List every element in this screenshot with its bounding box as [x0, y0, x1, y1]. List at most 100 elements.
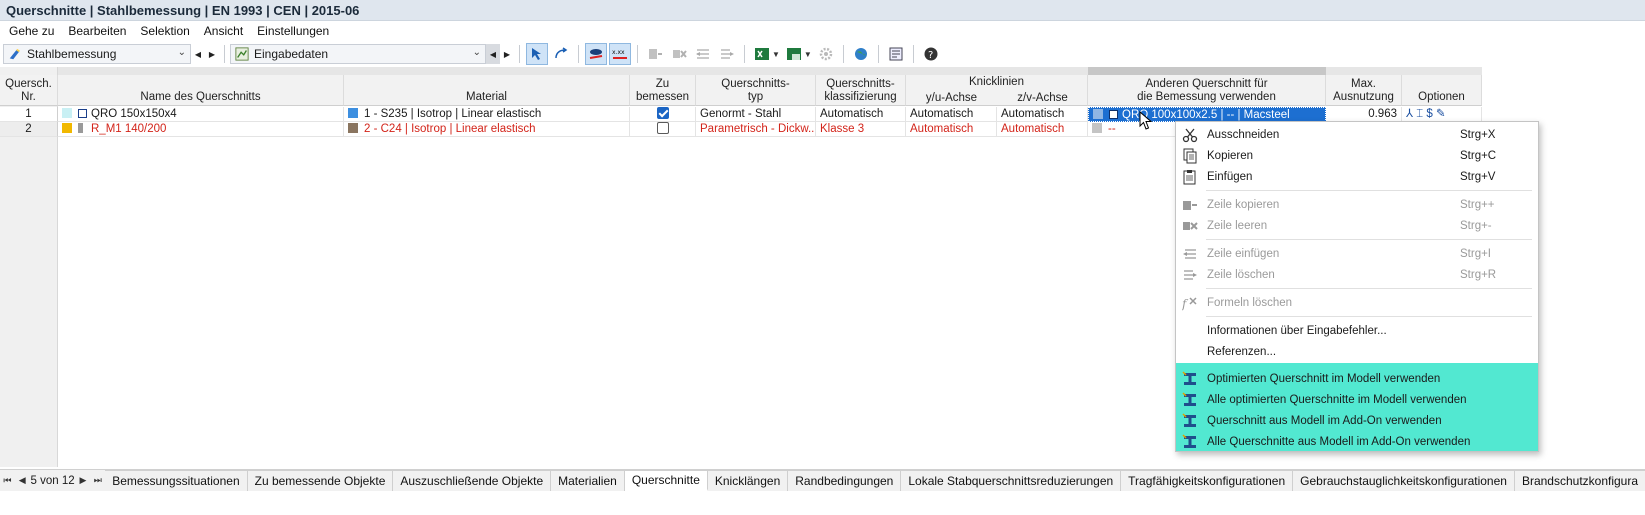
col-max-ratio-header[interactable]: Max. Ausnutzung: [1326, 75, 1402, 106]
classification-cell[interactable]: Klasse 3: [816, 122, 906, 137]
select-in-model-button[interactable]: [526, 43, 548, 65]
help-button[interactable]: ?: [920, 43, 942, 65]
clear-row-button[interactable]: [668, 43, 690, 65]
menu-item-delete-row[interactable]: Zeile löschen Strg+R: [1176, 264, 1538, 285]
section-name-cell[interactable]: R_M1 140/200: [58, 122, 344, 137]
rectangle-section-icon: [78, 123, 83, 133]
menu-item-use-optimized-section[interactable]: Optimierten Querschnitt im Modell verwen…: [1176, 368, 1538, 389]
copy-row-button[interactable]: [644, 43, 666, 65]
design-checkbox[interactable]: [656, 107, 669, 119]
max-ratio-cell[interactable]: 0.963: [1326, 107, 1402, 122]
module-select[interactable]: Stahlbemessung ⌄: [3, 44, 191, 64]
menu-view[interactable]: Ansicht: [197, 22, 250, 42]
design-cell[interactable]: [630, 107, 696, 122]
buckling-y-cell[interactable]: Automatisch: [906, 122, 997, 137]
menu-item-clear-row[interactable]: Zeile leeren Strg+-: [1176, 215, 1538, 236]
tab-objects-to-design[interactable]: Zu bemessende Objekte: [247, 470, 394, 491]
col-material-header[interactable]: Material: [344, 75, 630, 106]
buckling-y-cell[interactable]: Automatisch: [906, 107, 997, 122]
prev-tab-button[interactable]: ◀: [15, 470, 30, 491]
menu-item-copy[interactable]: Kopieren Strg+C: [1176, 145, 1538, 166]
row-number[interactable]: 1: [0, 107, 58, 122]
jump-to-button[interactable]: [550, 43, 572, 65]
first-tab-button[interactable]: ⏮: [0, 470, 15, 491]
next-tab-button[interactable]: ▶: [76, 470, 91, 491]
row-number[interactable]: 2: [0, 122, 58, 137]
menu-edit[interactable]: Bearbeiten: [61, 22, 133, 42]
report-button[interactable]: [885, 43, 907, 65]
dropdown-arrow-icon[interactable]: ▼: [804, 50, 812, 59]
material-cell[interactable]: 1 - S235 | Isotrop | Linear elastisch: [344, 107, 630, 122]
tab-design-situations[interactable]: Bemessungssituationen: [105, 470, 248, 491]
steel-design-icon: [9, 48, 20, 60]
menu-goto[interactable]: Gehe zu: [2, 22, 61, 42]
xxx-icon: x.xx: [612, 49, 627, 59]
col-buckling-y-header[interactable]: y/u-Achse: [906, 90, 997, 106]
menu-item-use-all-model-sections[interactable]: Alle Querschnitte aus Modell im Add-On v…: [1176, 431, 1538, 452]
toolbar-separator: [912, 45, 914, 63]
menu-item-delete-formulas[interactable]: f Formeln löschen: [1176, 292, 1538, 313]
col-other-section-header[interactable]: Anderen Querschnitt für die Bemessung ve…: [1088, 75, 1326, 106]
table-next-button[interactable]: ▶: [500, 44, 514, 64]
col-type-header[interactable]: Querschnitts- typ: [696, 75, 816, 106]
tab-uls-configurations[interactable]: Tragfähigkeitskonfigurationen: [1121, 470, 1294, 491]
tab-section-reductions[interactable]: Lokale Stabquerschnittsreduzierungen: [901, 470, 1122, 491]
tab-boundary-conditions[interactable]: Randbedingungen: [788, 470, 902, 491]
table-settings-button[interactable]: [815, 43, 837, 65]
col-name-header[interactable]: Name des Querschnitts: [58, 75, 344, 106]
material-name: 1 - S235 | Isotrop | Linear elastisch: [364, 108, 542, 120]
classification-cell[interactable]: Automatisch: [816, 107, 906, 122]
menu-item-use-model-section[interactable]: Querschnitt aus Modell im Add-On verwend…: [1176, 410, 1538, 431]
module-next-button[interactable]: ▶: [205, 44, 219, 64]
menu-item-insert-row[interactable]: Zeile einfügen Strg+I: [1176, 243, 1538, 264]
table-tab-bar: ⏮ ◀ 5 von 12 ▶ ⏭ Bemessungssituationen Z…: [0, 469, 1645, 491]
table-prev-button[interactable]: ◀: [486, 44, 500, 64]
design-checkbox[interactable]: [656, 122, 669, 134]
section-type-cell[interactable]: Genormt - Stahl: [696, 107, 816, 122]
buckling-z-cell[interactable]: Automatisch: [997, 122, 1088, 137]
hollow-section-icon: [1109, 110, 1118, 119]
delete-row-button[interactable]: [716, 43, 738, 65]
last-tab-button[interactable]: ⏭: [90, 470, 105, 491]
col-options-header[interactable]: Optionen: [1402, 75, 1482, 106]
tab-buckling-lengths[interactable]: Knicklängen: [707, 470, 789, 491]
menu-item-input-errors[interactable]: Informationen über Eingabefehler...: [1176, 320, 1538, 341]
menu-item-copy-row[interactable]: Zeile kopieren Strg++: [1176, 194, 1538, 215]
col-buckling-z-header[interactable]: z/v-Achse: [997, 90, 1088, 106]
menu-selection[interactable]: Selektion: [133, 22, 196, 42]
tab-excluded-objects[interactable]: Auszuschließende Objekte: [393, 470, 552, 491]
col-design-header[interactable]: Zu bemessen: [630, 75, 696, 106]
tab-materials[interactable]: Materialien: [551, 470, 625, 491]
buckling-z-cell[interactable]: Automatisch: [997, 107, 1088, 122]
tab-sections[interactable]: Querschnitte: [624, 470, 708, 491]
design-cell[interactable]: [630, 122, 696, 137]
decimal-format-button[interactable]: x.xx: [609, 43, 631, 65]
menu-item-paste[interactable]: Einfügen Strg+V: [1176, 166, 1538, 187]
excel-import-button[interactable]: [783, 43, 805, 65]
menu-item-use-all-optimized-sections[interactable]: Alle optimierten Querschnitte im Modell …: [1176, 389, 1538, 410]
col-class-header[interactable]: Querschnitts- klassifizierung: [816, 75, 906, 106]
module-select-value: Stahlbemessung: [27, 47, 117, 61]
material-cell[interactable]: 2 - C24 | Isotrop | Linear elastisch: [344, 122, 630, 137]
options-cell[interactable]: ⅄ ⌶ $ ✎: [1402, 107, 1482, 122]
table-select[interactable]: Eingabedaten ⌄: [230, 44, 486, 64]
section-icon: [1182, 412, 1196, 427]
clear-row-icon: [1183, 221, 1198, 230]
tab-sls-configurations[interactable]: Gebrauchstauglichkeitskonfigurationen: [1293, 470, 1515, 491]
globe-button[interactable]: [850, 43, 872, 65]
menu-item-label: Optimierten Querschnitt im Modell verwen…: [1207, 372, 1441, 385]
tab-fire-configurations[interactable]: Brandschutzkonfigura: [1514, 470, 1645, 491]
section-type-cell[interactable]: Parametrisch - Dickw...: [696, 122, 816, 137]
show-values-button[interactable]: [585, 43, 607, 65]
insert-row-button[interactable]: [692, 43, 714, 65]
section-name-cell[interactable]: QRO 150x150x4: [58, 107, 344, 122]
other-section-cell[interactable]: QRO 100x100x2.5 | -- | Macsteel: [1088, 107, 1326, 122]
menu-item-cut[interactable]: Ausschneiden Strg+X: [1176, 124, 1538, 145]
module-prev-button[interactable]: ◀: [191, 44, 205, 64]
col-nr-header[interactable]: Quersch. Nr.: [0, 75, 58, 106]
dropdown-arrow-icon[interactable]: ▼: [772, 50, 780, 59]
menu-item-references[interactable]: Referenzen...: [1176, 341, 1538, 362]
material-color-swatch: [348, 108, 358, 118]
menu-settings[interactable]: Einstellungen: [250, 22, 336, 42]
excel-export-button[interactable]: [751, 43, 773, 65]
